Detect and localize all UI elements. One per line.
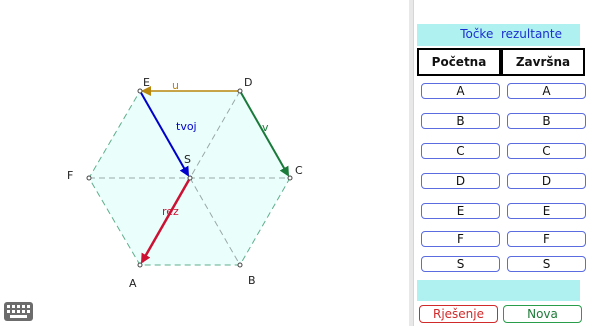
point-e[interactable]: [137, 88, 143, 94]
end-point-button-d[interactable]: D: [507, 173, 586, 189]
point-label-c: C: [295, 164, 303, 177]
start-point-button-d[interactable]: D: [421, 173, 500, 189]
vector-label-rez: rez: [162, 205, 179, 218]
panel-title-band: Točke rezultante: [417, 24, 580, 46]
point-label-f: F: [67, 169, 73, 182]
point-label-s: S: [184, 153, 191, 166]
geometry-canvas[interactable]: u v tvoj rez E D C B A F S: [0, 0, 410, 326]
vector-label-u: u: [172, 79, 179, 92]
point-label-d: D: [244, 76, 252, 89]
end-point-button-s[interactable]: S: [507, 256, 586, 272]
new-button[interactable]: Nova: [503, 305, 582, 323]
point-label-a: A: [129, 277, 137, 290]
header-start-column: Početna: [417, 48, 501, 76]
panel-title: Točke rezultante: [460, 27, 562, 41]
end-point-button-b[interactable]: B: [507, 113, 586, 129]
point-label-e: E: [143, 76, 150, 89]
point-d[interactable]: [237, 88, 243, 94]
point-label-b: B: [248, 274, 256, 287]
end-point-button-c[interactable]: C: [507, 143, 586, 159]
vector-label-v: v: [262, 121, 269, 134]
end-point-button-e[interactable]: E: [507, 203, 586, 219]
header-end-column: Završna: [501, 48, 585, 76]
start-point-button-b[interactable]: B: [421, 113, 500, 129]
start-point-button-e[interactable]: E: [421, 203, 500, 219]
start-point-button-c[interactable]: C: [421, 143, 500, 159]
point-b[interactable]: [237, 262, 243, 268]
start-point-button-a[interactable]: A: [421, 83, 500, 99]
point-a[interactable]: [137, 262, 143, 268]
solution-button[interactable]: Rješenje: [419, 305, 498, 323]
point-c[interactable]: [287, 175, 293, 181]
end-point-button-a[interactable]: A: [507, 83, 586, 99]
start-point-button-f[interactable]: F: [421, 231, 500, 247]
end-point-button-f[interactable]: F: [507, 231, 586, 247]
keyboard-icon[interactable]: [4, 302, 33, 321]
panel-bottom-band: [417, 280, 580, 301]
point-f[interactable]: [86, 175, 92, 181]
point-s[interactable]: [187, 175, 193, 181]
start-point-button-s[interactable]: S: [421, 256, 500, 272]
vector-label-tvoj: tvoj: [176, 120, 197, 133]
